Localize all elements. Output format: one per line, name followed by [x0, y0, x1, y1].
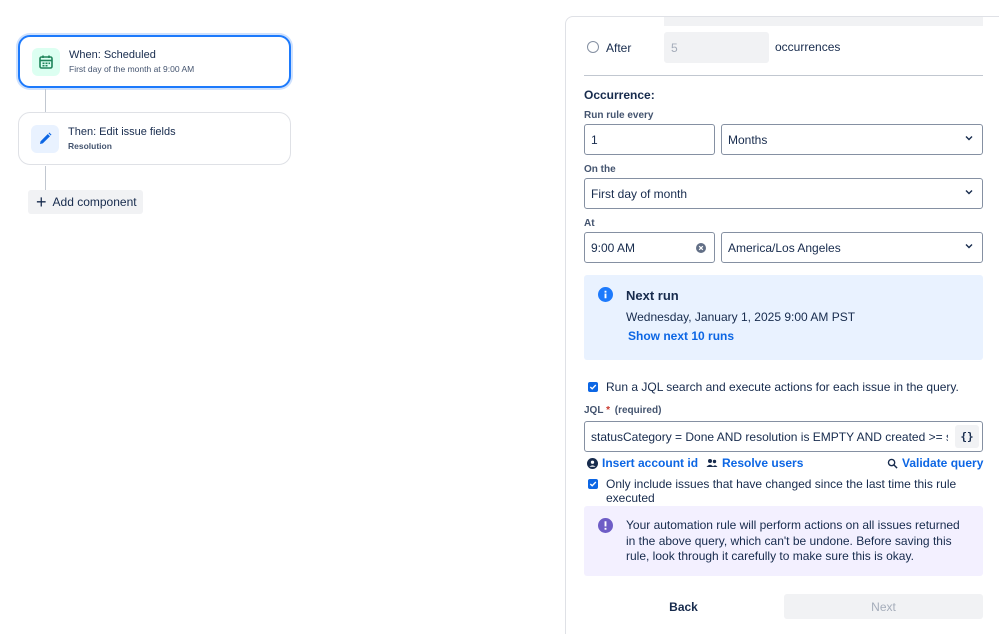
after-label: After [606, 41, 632, 55]
checkmark-icon [589, 384, 597, 390]
add-component-label: Add component [52, 195, 137, 209]
next-run-datetime: Wednesday, January 1, 2025 9:00 AM PST [626, 310, 856, 324]
on-the-value: First day of month [591, 186, 688, 201]
add-component-button[interactable]: + Add component [28, 190, 143, 214]
chevron-down-icon [965, 244, 973, 249]
time-value: 9:00 AM [591, 240, 636, 255]
resolve-users-link[interactable]: Resolve users [706, 456, 803, 470]
validate-query-link[interactable]: Validate query [887, 456, 983, 470]
users-icon [706, 458, 718, 467]
previous-field-partial [664, 17, 983, 26]
insert-account-link[interactable]: Insert account id [587, 456, 698, 470]
jql-input[interactable]: statusCategory = Done AND resolution is … [584, 421, 983, 452]
checkmark-icon [589, 481, 597, 487]
jql-checkbox[interactable] [588, 382, 598, 392]
trigger-title: When: Scheduled [69, 49, 156, 61]
warning-text: Your automation rule will perform action… [626, 518, 960, 563]
validate-query-label: Validate query [902, 456, 984, 470]
after-radio[interactable] [587, 41, 599, 53]
jql-value: statusCategory = Done AND resolution is … [591, 429, 948, 444]
required-asterisk: * [606, 405, 610, 416]
chevron-down-icon [965, 136, 973, 141]
show-next-runs-link[interactable]: Show next 10 runs [628, 329, 734, 343]
action-title: Then: Edit issue fields [68, 126, 176, 138]
occurrences-input[interactable]: 5 [664, 32, 769, 63]
resolve-users-label: Resolve users [722, 456, 804, 470]
trigger-subtitle: First day of the month at 9:00 AM [69, 64, 195, 74]
on-the-label: On the [584, 164, 616, 175]
plus-icon: + [36, 192, 47, 212]
run-every-unit-value: Months [728, 132, 768, 147]
search-icon [887, 458, 898, 469]
pencil-icon [31, 124, 59, 153]
action-subtitle: Resolution [68, 141, 112, 151]
trigger-card-scheduled[interactable]: When: Scheduled First day of the month a… [18, 35, 291, 88]
connector-line [45, 166, 46, 190]
smart-values-button[interactable]: {} [955, 425, 979, 448]
run-every-input[interactable]: 1 [584, 124, 715, 155]
run-every-unit-select[interactable]: Months [721, 124, 983, 155]
at-label: At [584, 218, 595, 229]
config-panel: After 5 occurrences Occurrence: Run rule… [565, 16, 999, 634]
calendar-icon [32, 47, 60, 76]
warning-message: Your automation rule will perform action… [584, 506, 983, 576]
occurrence-heading: Occurrence: [584, 88, 655, 102]
only-include-label: Only include issues that have changed si… [606, 477, 957, 505]
warning-icon [598, 518, 613, 533]
required-text: (required) [614, 405, 662, 416]
back-button[interactable]: Back [584, 594, 783, 619]
next-run-info: Next run Wednesday, January 1, 2025 9:00… [584, 275, 983, 360]
chevron-down-icon [965, 190, 973, 195]
divider [584, 75, 983, 76]
on-the-select[interactable]: First day of month [584, 178, 983, 209]
time-input[interactable]: 9:00 AM [584, 232, 715, 263]
insert-account-label: Insert account id [602, 456, 699, 470]
jql-label: JQL [584, 405, 604, 416]
next-run-title: Next run [626, 288, 679, 303]
jql-label-row: JQL * (required) [584, 405, 661, 416]
timezone-select[interactable]: America/Los Angeles [721, 232, 983, 263]
connector-line [45, 89, 46, 113]
action-card-edit-fields[interactable]: Then: Edit issue fields Resolution [18, 112, 291, 165]
user-circle-icon [587, 457, 598, 469]
info-icon [598, 287, 613, 302]
timezone-value: America/Los Angeles [728, 240, 841, 255]
jql-checkbox-label: Run a JQL search and execute actions for… [606, 380, 959, 394]
only-include-checkbox[interactable] [588, 479, 598, 489]
rule-canvas: When: Scheduled First day of the month a… [0, 0, 566, 634]
run-rule-every-label: Run rule every [584, 110, 654, 121]
occurrences-suffix: occurrences [775, 40, 841, 54]
next-button[interactable]: Next [784, 594, 983, 619]
clear-icon[interactable] [696, 243, 706, 253]
